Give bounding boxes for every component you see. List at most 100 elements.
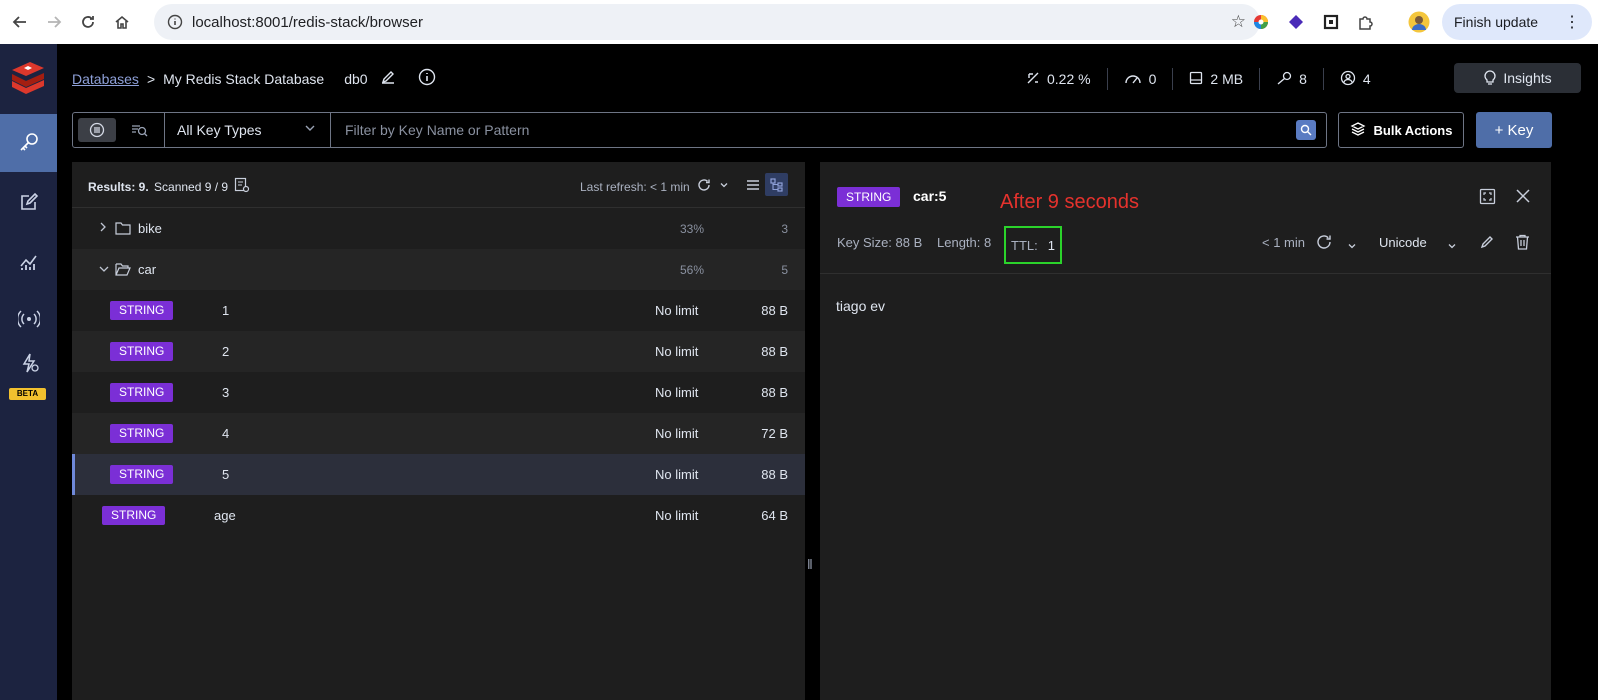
url-text[interactable]: localhost:8001/redis-stack/browser [192,14,423,31]
refresh-options-chevron-icon[interactable] [719,179,729,193]
forward-icon[interactable] [38,6,70,38]
clients-stat: 4 [1340,70,1371,89]
key-row-selected[interactable]: STRING 5 No limit 88 B [72,454,805,495]
folder-count: 5 [781,262,788,277]
keys-stat: 8 [1276,71,1307,88]
sidebar-item-triggers[interactable] [0,346,57,388]
search-icon[interactable] [1296,120,1316,140]
key-size: 64 B [761,508,788,523]
key-small-icon [1276,71,1292,88]
chevron-right-icon[interactable] [99,222,107,235]
key-type-select[interactable]: All Key Types [165,113,331,147]
key-size: 88 B [761,344,788,359]
key-row[interactable]: STRING 2 No limit 88 B [72,331,805,372]
key-size: 88 B [761,385,788,400]
user-circle-icon [1340,70,1356,89]
folder-open-icon [115,262,131,279]
key-row[interactable]: STRING age No limit 64 B [72,495,805,536]
key-ttl: No limit [655,344,699,359]
home-icon[interactable] [106,6,138,38]
memory-value: 2 MB [1210,71,1244,87]
cpu-stat: 0.22 % [1026,71,1091,88]
sidebar-item-browser[interactable] [0,114,57,172]
list-view-icon[interactable] [78,118,116,142]
key-name: 3 [222,385,230,400]
key-name: age [214,508,236,523]
key-row[interactable]: STRING 3 No limit 88 B [72,372,805,413]
add-key-button[interactable]: + Key [1476,112,1552,148]
extensions-puzzle-icon[interactable] [1355,11,1377,33]
panel-resize-handle[interactable]: ‖ [807,556,813,572]
redis-logo[interactable] [8,58,48,94]
diamond-extension-icon[interactable] [1285,11,1307,33]
more-vert-icon[interactable]: ⋮ [1564,12,1580,32]
key-ttl: No limit [655,508,699,523]
key-ttl: No limit [655,426,699,441]
color-wheel-extension-icon[interactable] [1250,11,1272,33]
profile-avatar[interactable] [1408,11,1430,33]
trash-icon[interactable] [1515,234,1530,253]
ttl-meta[interactable]: TTL: 1 [1004,226,1062,264]
tree-view-toggle-icon[interactable] [765,173,788,196]
key-row[interactable]: STRING 1 No limit 88 B [72,290,805,331]
site-info-icon[interactable] [160,14,190,30]
clients-value: 4 [1362,71,1371,87]
key-size-meta: Key Size: 88 B [837,235,923,250]
bookmark-star-icon[interactable]: ☆ [1231,12,1246,32]
folder-row-car[interactable]: car 56% 5 [72,249,805,290]
detail-last-refresh: < 1 min [1262,235,1305,250]
refresh-options-chevron-icon[interactable] [1347,239,1357,254]
chevron-down-icon[interactable] [99,264,109,276]
sidebar-item-pubsub[interactable] [0,291,57,349]
ttl-value: 1 [1047,237,1055,253]
breadcrumb-databases-link[interactable]: Databases [72,71,139,87]
insights-button[interactable]: Insights [1454,63,1581,93]
back-icon[interactable] [4,6,36,38]
bulk-actions-button[interactable]: Bulk Actions [1338,112,1464,148]
keys-value: 8 [1299,71,1307,87]
close-icon[interactable] [1516,189,1530,206]
key-row[interactable]: STRING 4 No limit 72 B [72,413,805,454]
folder-row-bike[interactable]: bike 33% 3 [72,208,805,249]
view-toggle [73,113,165,147]
address-bar[interactable]: localhost:8001/redis-stack/browser ☆ [154,4,1260,40]
format-select[interactable]: Unicode [1379,235,1427,250]
memory-icon [1189,71,1203,88]
broadcast-icon [16,309,41,332]
sidebar-item-analysis[interactable] [0,234,57,292]
folder-icon [115,221,131,238]
cpu-value: 0.22 % [1047,71,1091,87]
key-size: 72 B [761,426,788,441]
key-value-text[interactable]: tiago ev [836,298,885,314]
detail-type-badge: STRING [837,187,901,207]
key-ttl: No limit [655,385,699,400]
stat-divider [1106,68,1108,90]
key-filter-bar: All Key Types [72,112,1327,148]
list-view-toggle-icon[interactable] [746,178,760,195]
sidebar-item-workbench[interactable] [0,174,57,232]
speedometer-icon [1124,71,1142,88]
fullscreen-icon[interactable] [1479,188,1496,208]
key-size: 88 B [761,467,788,482]
browser-toolbar: localhost:8001/redis-stack/browser ☆ Fin… [0,0,1598,44]
finish-update-button[interactable]: Finish update ⋮ [1442,4,1592,40]
ops-stat: 0 [1124,71,1156,88]
results-summary: Results: 9. Scanned 9 / 9 [88,180,228,194]
refresh-icon[interactable] [697,178,711,195]
format-chevron-down-icon[interactable] [1447,239,1457,254]
key-icon [18,131,40,156]
scan-settings-icon[interactable] [234,177,250,196]
reload-icon[interactable] [72,6,104,38]
refresh-icon[interactable] [1316,234,1332,253]
key-list-header: Results: 9. Scanned 9 / 9 Last refresh: … [72,162,805,208]
key-type-value: All Key Types [177,122,262,138]
edit-document-icon [19,192,39,215]
results-count: Results: 9. [88,180,149,194]
edit-pencil-icon[interactable] [1479,234,1495,253]
detail-key-name[interactable]: car:5 [913,188,946,204]
search-by-values-icon[interactable] [120,118,158,142]
key-filter-input[interactable] [331,113,1296,147]
edit-db-pencil-icon[interactable] [380,69,396,88]
info-icon[interactable] [418,68,436,89]
square-extension-icon[interactable] [1320,11,1342,33]
